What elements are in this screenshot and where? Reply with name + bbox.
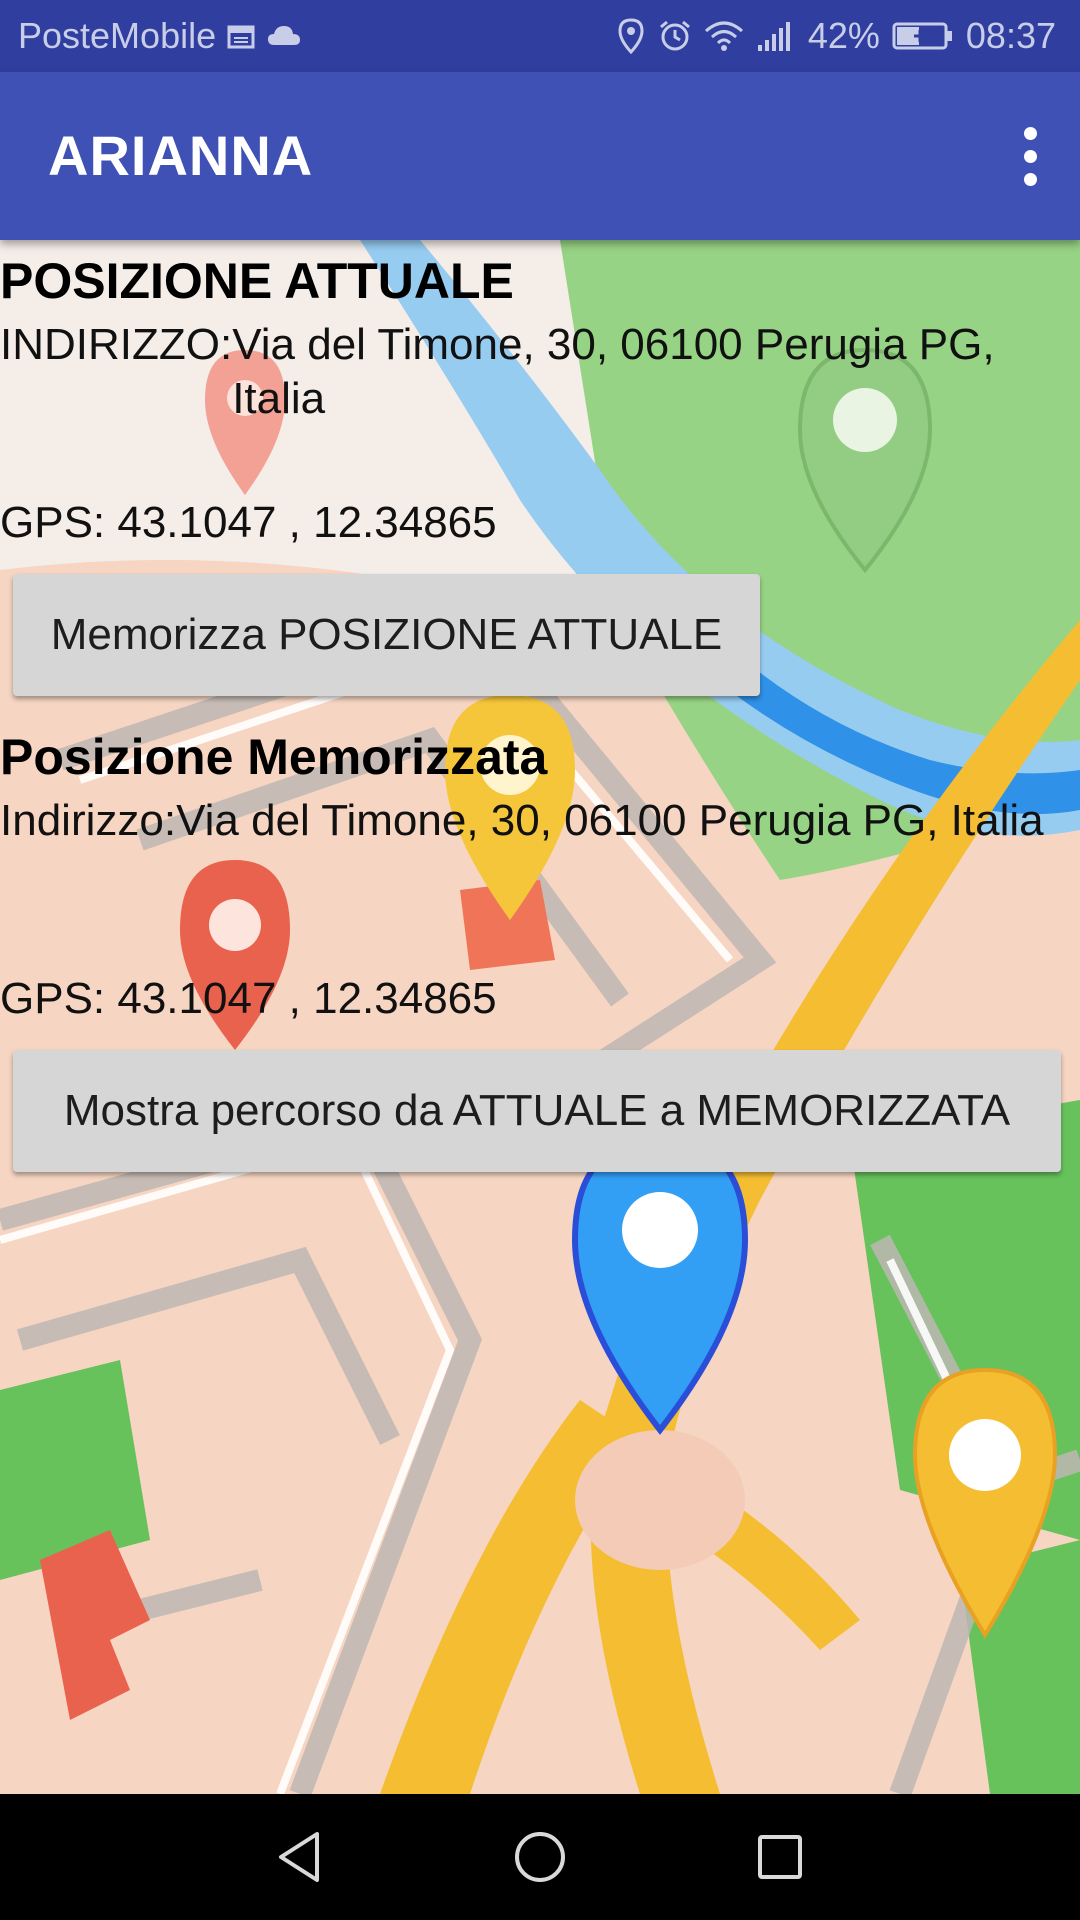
current-address-label: INDIRIZZO: xyxy=(0,320,233,369)
wifi-icon xyxy=(704,19,744,53)
recents-icon[interactable] xyxy=(740,1817,820,1897)
saved-address-row: Indirizzo: Via del Timone, 30, 06100 Per… xyxy=(0,794,1070,848)
app-bar: ARIANNA xyxy=(0,72,1080,240)
current-gps-text: GPS: 43.1047 , 12.34865 xyxy=(0,498,497,547)
clock: 08:37 xyxy=(965,15,1056,56)
location-icon xyxy=(616,18,646,54)
current-address-value: Via del Timone, 30, 06100 Perugia PG, It… xyxy=(232,320,995,423)
saved-gps-text: GPS: 43.1047 , 12.34865 xyxy=(0,974,497,1023)
calendar-icon xyxy=(226,21,256,51)
saved-address-label: Indirizzo: xyxy=(0,796,177,845)
cloud-icon xyxy=(266,21,302,51)
battery-percent: 42% xyxy=(807,15,880,56)
carrier-name: PosteMobile xyxy=(18,15,217,56)
navigation-bar xyxy=(0,1794,1080,1920)
saved-address-value: Via del Timone, 30, 06100 Perugia PG, It… xyxy=(176,796,1044,845)
app-title: ARIANNA xyxy=(48,124,314,187)
screen: PosteMobile 42% 08:37 ARIANNA POSIZIONE … xyxy=(0,0,1080,1920)
content-area: POSIZIONE ATTUALE INDIRIZZO: Via del Tim… xyxy=(0,240,1080,1794)
alarm-icon xyxy=(658,19,692,53)
status-bar: PosteMobile 42% 08:37 xyxy=(0,0,1080,72)
save-current-position-button[interactable]: Memorizza POSIZIONE ATTUALE xyxy=(13,574,760,696)
more-vert-icon[interactable] xyxy=(998,116,1062,196)
show-route-button[interactable]: Mostra percorso da ATTUALE a MEMORIZZATA xyxy=(13,1050,1061,1172)
current-position-heading: POSIZIONE ATTUALE xyxy=(0,253,514,309)
back-icon[interactable] xyxy=(260,1817,340,1897)
battery-charging-icon xyxy=(892,20,954,52)
signal-icon xyxy=(756,19,796,53)
home-icon[interactable] xyxy=(500,1817,580,1897)
saved-position-heading: Posizione Memorizzata xyxy=(0,729,548,785)
current-address-row: INDIRIZZO: Via del Timone, 30, 06100 Per… xyxy=(0,318,1070,426)
